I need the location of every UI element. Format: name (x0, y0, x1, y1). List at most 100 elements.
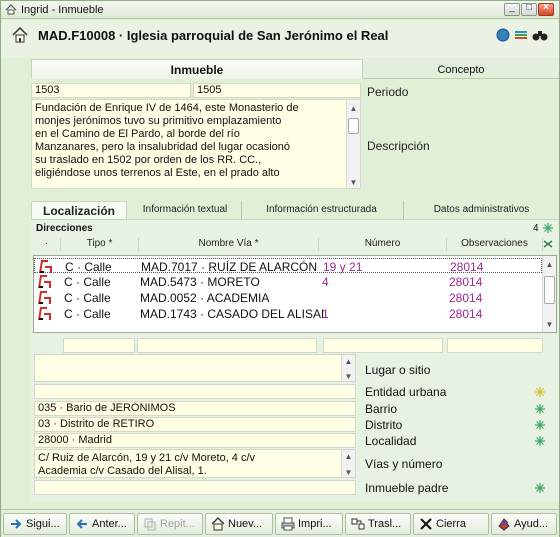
globe-icon[interactable] (496, 28, 510, 42)
vias-textarea[interactable]: C/ Ruiz de Alarcón, 19 y 21 c/v Moreto, … (34, 449, 356, 478)
descripcion-line: en el Camino de El Pardo, al borde del r… (35, 128, 240, 140)
scroll-up-arrow-icon[interactable]: ▲ (347, 102, 360, 115)
sparkle-icon[interactable] (535, 420, 545, 430)
vias-scrollbar[interactable]: ▲ ▼ (341, 450, 355, 477)
close-icon (420, 518, 432, 530)
print-button[interactable]: Impri... (275, 513, 343, 535)
grid-scrollbar[interactable]: ▲ ▼ (542, 256, 556, 332)
new-house-icon (211, 517, 225, 531)
arrow-right-icon (11, 519, 22, 529)
house-icon (5, 4, 17, 15)
column-header-tipo[interactable]: Tipo * (61, 238, 139, 251)
tab-inmueble[interactable]: Inmueble (31, 59, 363, 79)
help-button[interactable]: Ayud... (491, 513, 557, 535)
column-header-marker: · (33, 238, 61, 251)
distrito-field[interactable]: 03 · Distrito de RETIRO (34, 417, 356, 432)
descripcion-textarea[interactable]: Fundación de Enrique IV de 1464, este Mo… (31, 99, 361, 189)
scroll-up-arrow-icon[interactable]: ▲ (342, 355, 355, 368)
tab-concepto[interactable]: Concepto (363, 59, 559, 79)
help-button-label: Ayud... (514, 518, 549, 530)
descripcion-line: Manzanares, pero la insalubridad del lug… (35, 141, 290, 153)
new-button-label: Nuev... (228, 518, 263, 530)
entidad-field[interactable] (34, 384, 356, 399)
maximize-button[interactable]: □ (521, 2, 537, 16)
transfer-button-label: Trasl... (368, 518, 402, 530)
sparkle-icon[interactable] (535, 404, 545, 414)
lugar-scrollbar[interactable]: ▲ ▼ (341, 355, 355, 381)
sparkle-icon[interactable] (543, 223, 553, 233)
filter-numero-field[interactable] (323, 338, 443, 353)
scroll-down-arrow-icon[interactable]: ▼ (543, 320, 556, 329)
street-sign-icon (38, 275, 51, 289)
repeat-button[interactable]: Repit... (137, 513, 203, 535)
column-header-observaciones[interactable]: Observaciones (447, 238, 543, 251)
table-row[interactable]: C · Calle MAD.5473 · MORETO 4 28014 (34, 274, 542, 289)
cell-observaciones: 28014 (449, 291, 483, 305)
cell-numero: 4 (322, 275, 329, 289)
scroll-down-arrow-icon[interactable]: ▼ (342, 466, 355, 477)
scroll-up-arrow-icon[interactable]: ▲ (543, 260, 556, 269)
descripcion-line: Fundación de Enrique IV de 1464, este Mo… (35, 102, 299, 114)
sparkle-icon[interactable] (535, 387, 545, 397)
periodo-label: Periodo (367, 85, 409, 99)
binoculars-icon[interactable] (532, 28, 548, 42)
lugar-textarea[interactable]: ▲ ▼ (34, 354, 356, 382)
next-button[interactable]: Sigui... (3, 513, 67, 535)
inmueble-padre-label: Inmueble padre (365, 481, 449, 495)
filter-observaciones-field[interactable] (447, 338, 543, 353)
column-settings-icon[interactable] (543, 239, 553, 249)
tab-informacion-estructurada[interactable]: Información estructurada (241, 201, 401, 219)
scroll-thumb[interactable] (544, 276, 555, 304)
bottom-toolbar: Sigui... Anter... Repit... Nuev... Impri… (1, 509, 559, 537)
printer-icon (281, 517, 295, 531)
cell-observaciones: 28014 (450, 260, 484, 274)
app-window: Ingrid - Inmueble _ □ × MAD.F10008 · Igl… (0, 0, 560, 537)
descripcion-scrollbar[interactable]: ▲ ▼ (346, 100, 360, 188)
year-end-field[interactable]: 1505 (193, 83, 361, 98)
column-header-numero[interactable]: Número (319, 238, 447, 251)
table-row[interactable]: C · Calle MAD.0052 · ACADEMIA 28014 (34, 290, 542, 305)
barrio-label: Barrio (365, 402, 398, 416)
descripcion-label: Descripción (367, 139, 430, 153)
direcciones-grid[interactable]: C · Calle MAD.7017 · RUÍZ DE ALARCÓN 19 … (33, 255, 557, 333)
year-start-field[interactable]: 1503 (31, 83, 191, 98)
vias-label: Vías y número (365, 457, 443, 471)
scroll-down-arrow-icon[interactable]: ▼ (347, 176, 360, 188)
cell-via: MAD.0052 · ACADEMIA (140, 291, 270, 305)
inmueble-padre-field[interactable] (34, 480, 356, 495)
sparkle-icon[interactable] (535, 436, 545, 446)
transfer-button[interactable]: Trasl... (345, 513, 411, 535)
window-title: Ingrid - Inmueble (21, 4, 104, 16)
close-record-button[interactable]: Cierra (413, 513, 489, 535)
column-header-nombre-via[interactable]: Nombre Vía * (139, 238, 319, 251)
filter-tipo-field[interactable] (63, 338, 135, 353)
scroll-down-arrow-icon[interactable]: ▼ (342, 370, 355, 381)
minimize-button[interactable]: _ (504, 2, 520, 16)
tab-localizacion[interactable]: Localización (31, 201, 127, 219)
localidad-label: Localidad (365, 434, 417, 448)
direcciones-count: 4 (533, 223, 539, 234)
house-icon (12, 26, 28, 43)
cell-via: MAD.5473 · MORETO (140, 275, 260, 289)
localidad-field[interactable]: 28000 · Madrid (34, 433, 356, 448)
layers-icon[interactable] (514, 28, 528, 42)
new-button[interactable]: Nuev... (205, 513, 273, 535)
barrio-field[interactable]: 035 · Bario de JERÓNIMOS (34, 401, 356, 416)
scroll-thumb[interactable] (348, 118, 359, 134)
tab-informacion-textual[interactable]: Información textual (129, 201, 241, 219)
previous-button-label: Anter... (92, 518, 127, 530)
sparkle-icon[interactable] (535, 483, 545, 493)
tab-datos-administrativos[interactable]: Datos administrativos (403, 201, 559, 219)
previous-button[interactable]: Anter... (69, 513, 135, 535)
table-row[interactable]: C · Calle MAD.1743 · CASADO DEL ALISAL 1… (34, 306, 542, 321)
table-row[interactable]: C · Calle MAD.7017 · RUÍZ DE ALARCÓN 19 … (34, 258, 542, 274)
print-button-label: Impri... (298, 518, 332, 530)
street-sign-icon (39, 260, 52, 274)
scroll-up-arrow-icon[interactable]: ▲ (342, 450, 355, 463)
close-button[interactable]: × (538, 2, 554, 16)
vias-line: Academia c/v Casado del Alisal, 1. (38, 465, 207, 477)
entidad-label: Entidad urbana (365, 385, 447, 399)
title-bar[interactable]: Ingrid - Inmueble _ □ × (1, 1, 559, 19)
filter-via-field[interactable] (137, 338, 317, 353)
record-title: MAD.F10008 · Iglesia parroquial de San J… (38, 28, 389, 43)
